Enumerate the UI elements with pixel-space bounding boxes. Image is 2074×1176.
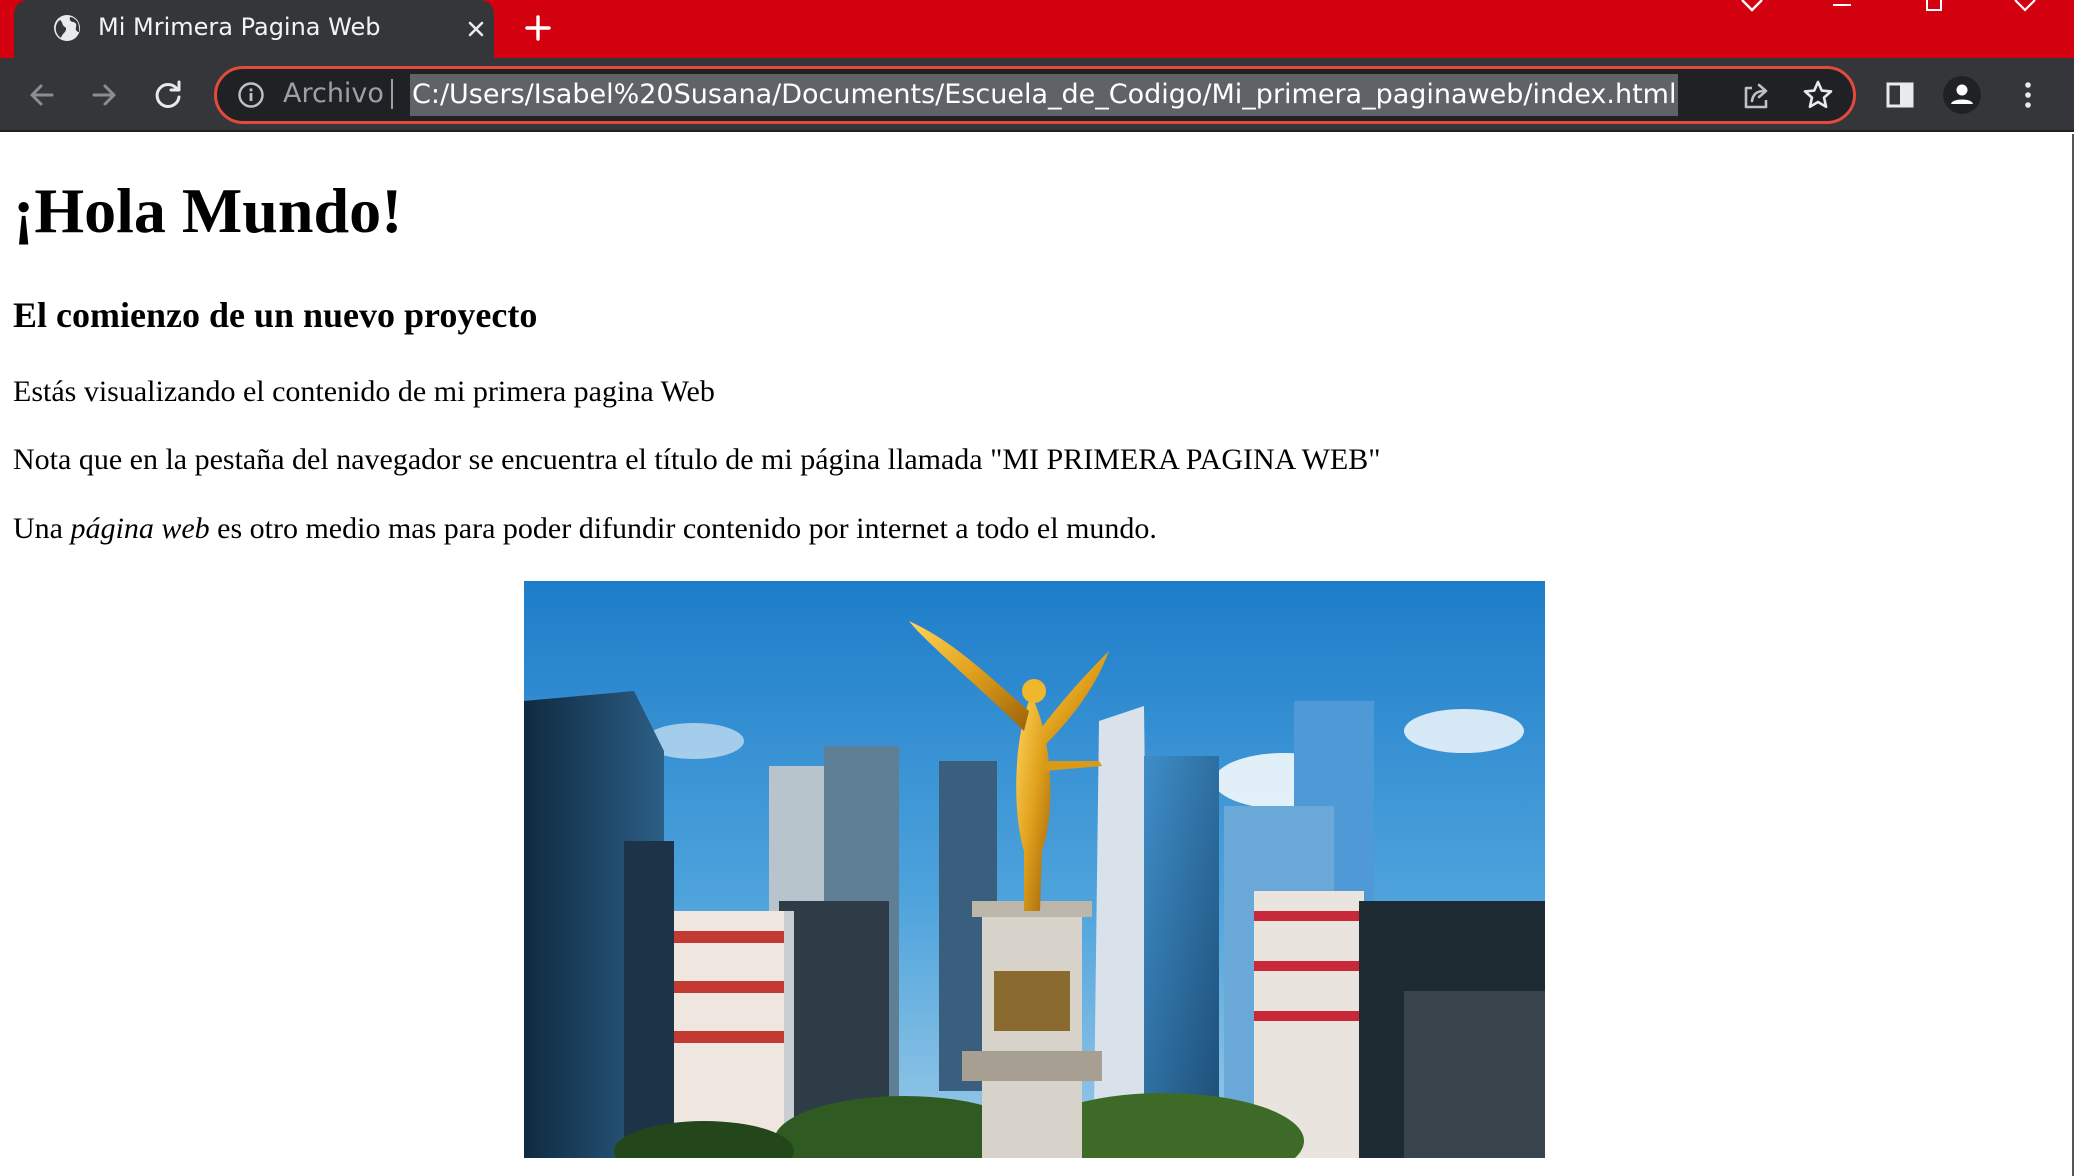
globe-icon [54,15,80,41]
paragraph-tab-note: Nota que en la pestaña del navegador se … [13,443,1381,476]
tab-strip: Mi Mrimera Pagina Web [0,0,2074,58]
close-window-icon[interactable] [1994,0,2054,20]
search-tabs-icon[interactable] [1722,0,1782,20]
url-scheme-label: Archivo [283,78,384,109]
tab-title: Mi Mrimera Pagina Web [98,13,381,41]
browser-tab[interactable]: Mi Mrimera Pagina Web [14,0,494,58]
close-icon[interactable] [460,13,492,45]
minimize-icon[interactable] [1812,0,1872,20]
restore-icon[interactable] [1904,0,1964,20]
star-icon[interactable] [1801,78,1835,112]
kebab-menu-icon[interactable] [2008,75,2048,115]
person-icon[interactable] [1942,75,1982,115]
share-icon[interactable] [1739,79,1773,113]
url-text[interactable]: C:/Users/Isabel%20Susana/Documents/Escue… [410,74,1679,116]
arrow-right-icon[interactable] [84,75,124,115]
emphasis-text: página web [70,512,210,545]
omnibox-divider [391,79,393,109]
plus-icon[interactable] [518,8,558,48]
reload-icon[interactable] [148,75,188,115]
paragraph-intro: Estás visualizando el contenido de mi pr… [13,375,715,408]
paragraph-text-before: Una [13,512,71,545]
page-title: ¡Hola Mundo! [13,175,403,246]
page-viewport[interactable]: ¡Hola Mundo! El comienzo de un nuevo pro… [0,134,2074,1176]
arrow-left-icon[interactable] [22,75,62,115]
page-subtitle: El comienzo de un nuevo proyecto [13,295,538,335]
info-icon[interactable] [237,81,265,109]
paragraph-text-after: es otro medio mas para poder difundir co… [209,512,1157,545]
paragraph-web-definition: Una página web es otro medio mas para po… [13,511,1157,547]
angel-of-independence-photo [524,581,1545,1158]
browser-toolbar: Archivo C:/Users/Isabel%20Susana/Documen… [0,58,2074,132]
address-bar[interactable]: Archivo C:/Users/Isabel%20Susana/Documen… [214,66,1856,124]
side-panel-icon[interactable] [1880,75,1920,115]
